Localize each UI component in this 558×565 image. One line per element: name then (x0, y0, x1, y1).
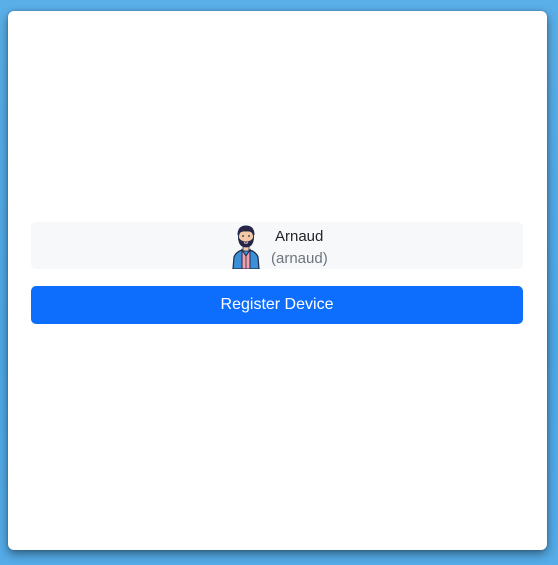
user-info-box: Arnaud (arnaud) (31, 222, 523, 270)
user-username: (arnaud) (271, 250, 328, 267)
main-card: Arnaud (arnaud) Register Device (8, 11, 547, 550)
register-device-button[interactable]: Register Device (31, 286, 523, 324)
user-display-name: Arnaud (275, 228, 324, 245)
bearded-man-avatar-icon (231, 223, 261, 270)
